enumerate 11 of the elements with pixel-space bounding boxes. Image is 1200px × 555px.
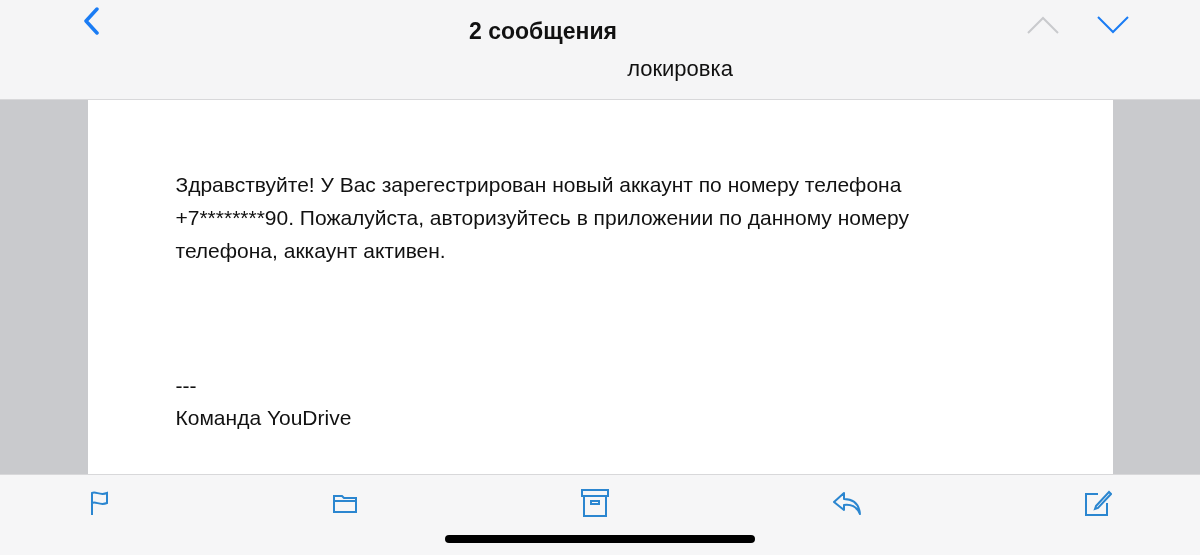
archive-box-icon[interactable] (580, 488, 610, 518)
back-icon[interactable] (82, 7, 100, 35)
nav-title: 2 сообщения (468, 17, 618, 45)
signature-separator: --- (175, 373, 197, 399)
reply-icon[interactable] (832, 490, 862, 516)
folder-icon[interactable] (332, 492, 358, 514)
signature: Команда YouDrive (175, 405, 352, 431)
flag-icon[interactable] (90, 490, 110, 516)
compose-icon[interactable] (1084, 489, 1112, 517)
message-subject: локировка (627, 56, 733, 82)
message-text: Здравствуйте! У Вас зарегестрирован новый аккаунт по номеру телефона +7********90. Пожалуйста, авторизуйтесь в приложении по данному номеру телефона, аккаунт активен. (175, 172, 910, 264)
